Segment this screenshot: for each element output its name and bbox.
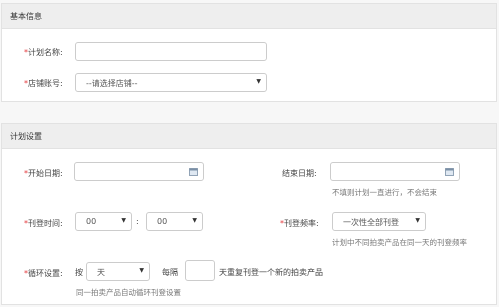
minute-select-value: 00 (157, 217, 168, 226)
every-suffix: 天重复刊登一个新的拍卖产品 (219, 268, 323, 277)
basic-info-header: 基本信息 (2, 4, 496, 29)
hour-select-value: 00 (86, 217, 97, 226)
publish-frequency-label: *刊登频率: (280, 219, 319, 228)
shop-account-select[interactable]: --请选择店铺-- ▼ (75, 73, 267, 92)
cycle-unit-value: 天 (97, 268, 105, 277)
cycle-hint: 同一拍卖产品自动循环刊登设置 (76, 288, 181, 297)
calendar-icon[interactable] (445, 168, 454, 176)
calendar-icon[interactable] (189, 168, 198, 176)
shop-account-label: *店铺账号: (24, 79, 63, 88)
chevron-down-icon: ▼ (139, 267, 144, 274)
basic-info-title: 基本信息 (10, 12, 42, 21)
plan-settings-panel: 计划设置 *开始日期: 结束日期: 不填则计划一直进行，不会结束 *刊登时间: … (1, 123, 497, 305)
plan-settings-title: 计划设置 (10, 132, 42, 141)
start-date-label: *开始日期: (24, 169, 63, 178)
publish-frequency-value: 一次性全部刊登 (343, 218, 399, 227)
publish-time-label: *刊登时间: (24, 219, 63, 228)
plan-name-input[interactable] (75, 42, 267, 61)
start-date-input[interactable] (74, 162, 204, 181)
cycle-settings-label: *循环设置: (24, 269, 63, 278)
publish-frequency-select[interactable]: 一次性全部刊登 ▼ (332, 212, 426, 231)
plan-settings-header: 计划设置 (2, 124, 496, 149)
end-date-label: 结束日期: (282, 169, 317, 178)
cycle-unit-select[interactable]: 天 ▼ (86, 262, 150, 281)
time-separator: : (136, 217, 139, 226)
end-date-hint: 不填则计划一直进行，不会结束 (332, 188, 437, 197)
chevron-down-icon: ▼ (415, 217, 420, 224)
hour-select[interactable]: 00 ▼ (75, 212, 132, 231)
interval-days-input[interactable] (185, 260, 215, 281)
publish-frequency-hint: 计划中不同拍卖产品在同一天的刊登频率 (332, 238, 467, 247)
chevron-down-icon: ▼ (256, 78, 261, 85)
end-date-input[interactable] (330, 162, 460, 181)
cycle-prefix: 按 (75, 268, 83, 277)
shop-account-select-value: --请选择店铺-- (86, 79, 138, 88)
every-label: 每隔 (162, 268, 178, 277)
minute-select[interactable]: 00 ▼ (146, 212, 203, 231)
chevron-down-icon: ▼ (192, 217, 197, 224)
chevron-down-icon: ▼ (121, 217, 126, 224)
plan-name-label: *计划名称: (24, 48, 63, 57)
basic-info-panel: 基本信息 *计划名称: *店铺账号: --请选择店铺-- ▼ (1, 3, 497, 102)
